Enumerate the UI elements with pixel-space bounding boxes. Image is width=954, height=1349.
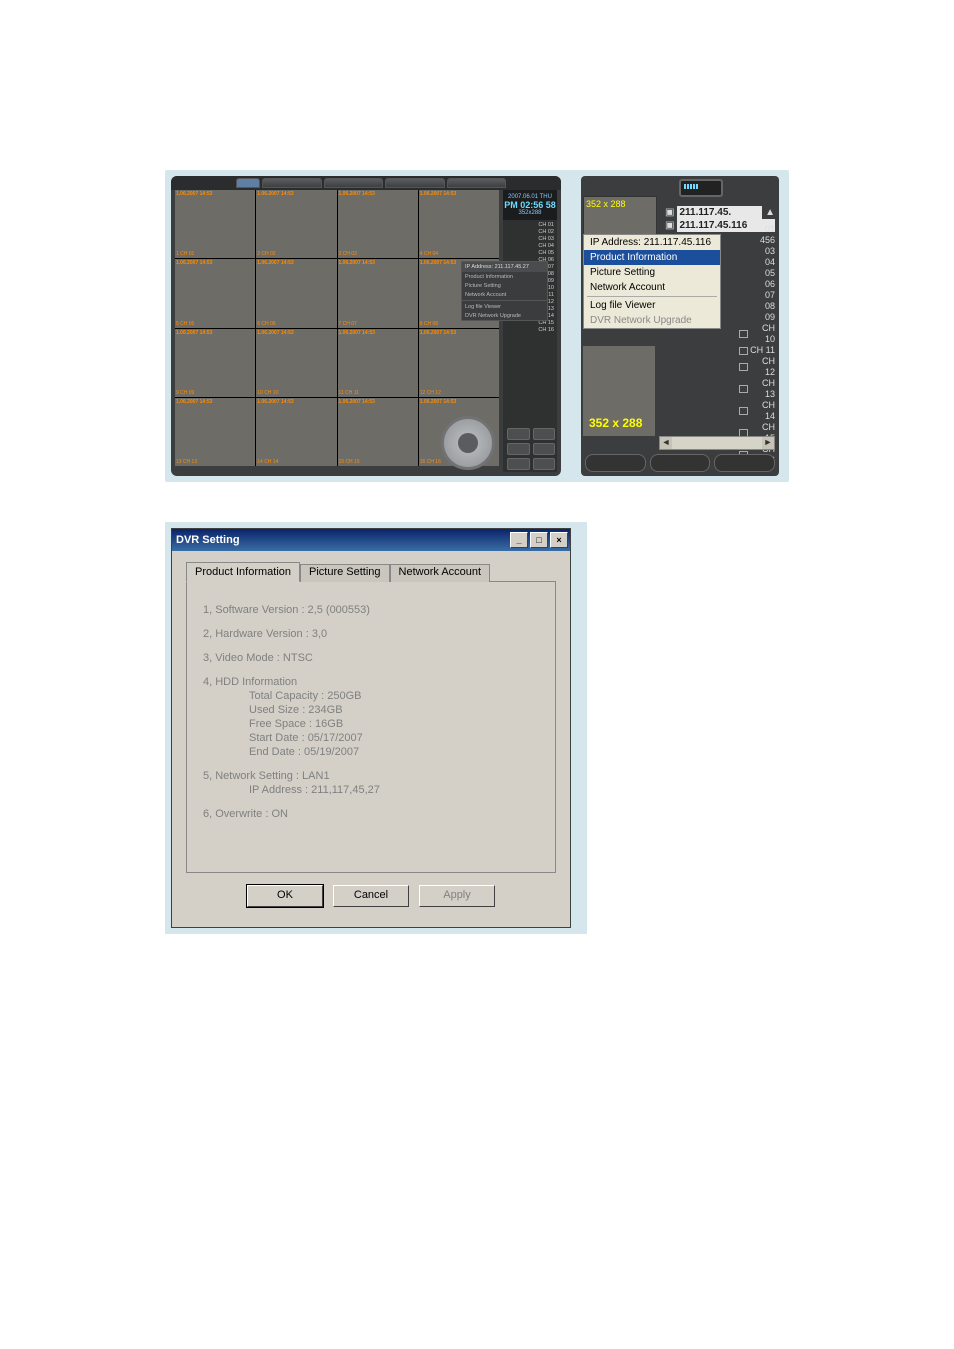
info-network-setting: 5, Network Setting : LAN1 [203, 770, 539, 782]
panel-icon[interactable] [533, 443, 556, 455]
scroll-left-icon[interactable]: ◄ [660, 437, 672, 449]
toolbar-tab[interactable] [385, 178, 445, 188]
camera-tile[interactable]: 1.06.2007 14:5313 CH 13 [175, 398, 255, 466]
camera-tile[interactable]: 1.06.2007 14:535 CH 05 [175, 259, 255, 327]
camera-tile[interactable]: 1.06.2007 14:532 CH 02 [256, 190, 336, 258]
info-hdd-start: Start Date : 05/17/2007 [249, 732, 539, 744]
dvr-clock: 2007.06.01 THU PM 02:56 58 352x288 [503, 190, 557, 220]
menu-item-picture-setting[interactable]: Picture Setting [584, 265, 720, 280]
channel-numbers: 01 456 03 04 05 06 07 08 09 CH 10 CH 11 … [739, 224, 775, 466]
camera-tile[interactable]: 1.06.2007 14:5314 CH 14 [256, 398, 336, 466]
minimize-button[interactable]: _ [510, 532, 528, 548]
toolbar-tab[interactable] [262, 178, 322, 188]
camera-tile[interactable]: 1.06.2007 14:5315 CH 15 [338, 398, 418, 466]
dialog-button-row: OK Cancel Apply [186, 873, 556, 913]
toolbar-tab[interactable] [236, 178, 260, 188]
bottom-button[interactable] [650, 454, 711, 472]
info-hardware-version: 2, Hardware Version : 3,0 [203, 628, 539, 640]
menu-item-product-information[interactable]: Product Information [584, 250, 720, 265]
ip-row[interactable]: 211.117.45. [677, 206, 762, 219]
tab-product-information[interactable]: Product Information [186, 562, 300, 582]
tab-picture-setting[interactable]: Picture Setting [300, 564, 390, 582]
menu-item-network-account[interactable]: Network Account [584, 280, 720, 295]
panel-icon[interactable] [533, 458, 556, 470]
apply-button: Apply [419, 885, 495, 907]
dvr-toolbar [236, 178, 506, 188]
menu-item[interactable]: Network Account [462, 290, 547, 299]
info-overwrite: 6, Overwrite : ON [203, 808, 539, 820]
scroll-right-icon[interactable]: ► [762, 437, 774, 449]
cancel-button[interactable]: Cancel [333, 885, 409, 907]
zoom-panel-screenshot: 352 x 288 ▣211.117.45.▲ ▣211.117.45.116 … [581, 176, 779, 476]
camera-tile[interactable]: 1.06.2007 14:534 CH 04 [419, 190, 499, 258]
menu-item[interactable]: Picture Setting [462, 281, 547, 290]
info-video-mode: 3, Video Mode : NTSC [203, 652, 539, 664]
camera-tile[interactable]: 1.06.2007 14:5311 CH 11 [338, 329, 418, 397]
close-button[interactable]: × [550, 532, 568, 548]
camera-tile[interactable]: 1.06.2007 14:5312 CH 12 [419, 329, 499, 397]
info-hdd-used: Used Size : 234GB [249, 704, 539, 716]
dvr-setting-dialog: DVR Setting _ □ × Product Information Pi… [171, 528, 571, 928]
info-software-version: 1, Software Version : 2,5 (000553) [203, 604, 539, 616]
menu-item[interactable]: Log file Viewer [462, 302, 547, 311]
toolbar-tab[interactable] [447, 178, 507, 188]
menu-item-log-file-viewer[interactable]: Log file Viewer [584, 298, 720, 313]
clock-time: PM 02:56 [504, 200, 543, 210]
panel-icon[interactable] [533, 428, 556, 440]
bottom-icon-grid [507, 428, 555, 470]
dialog-titlebar: DVR Setting _ □ × [172, 529, 570, 551]
camera-tile[interactable]: 1.06.2007 14:533 CH 03 [338, 190, 418, 258]
jog-wheel[interactable] [441, 416, 495, 470]
toolbar-tab[interactable] [324, 178, 384, 188]
context-menu: IP Address: 211.117.45.116 Product Infor… [583, 234, 721, 329]
bottom-button[interactable] [585, 454, 646, 472]
dialog-title: DVR Setting [176, 534, 508, 546]
panel-icon[interactable] [507, 428, 530, 440]
menu-item[interactable]: DVR Network Upgrade [462, 311, 547, 320]
camera-tile[interactable]: 1.06.2007 14:531 CH 01 [175, 190, 255, 258]
tab-network-account[interactable]: Network Account [390, 564, 491, 582]
info-network-ip: IP Address : 211,117,45,27 [249, 784, 539, 796]
ok-button[interactable]: OK [247, 885, 323, 907]
tab-pane-product-information: 1, Software Version : 2,5 (000553) 2, Ha… [186, 581, 556, 873]
camera-tile[interactable]: 1.06.2007 14:536 CH 06 [256, 259, 336, 327]
menu-item[interactable]: Product Information [462, 272, 547, 281]
camera-tile[interactable]: 1.06.2007 14:5310 CH 10 [256, 329, 336, 397]
dialog-tabs: Product Information Picture Setting Netw… [186, 562, 556, 582]
camera-tile[interactable]: 1.06.2007 14:537 CH 07 [338, 259, 418, 327]
bottom-button[interactable] [714, 454, 775, 472]
info-hdd-free: Free Space : 16GB [249, 718, 539, 730]
clock-res: 352x288 [518, 210, 541, 216]
bottom-button-row [585, 454, 775, 472]
menu-item-dvr-network-upgrade[interactable]: DVR Network Upgrade [584, 313, 720, 328]
context-menu-header: IP Address: 211.117.45.116 [584, 235, 720, 250]
camera-preview-large[interactable]: 352 x 288 [583, 346, 655, 436]
info-hdd-end: End Date : 05/19/2007 [249, 746, 539, 758]
context-menu-small: IP Address: 211.117.45.27 Product Inform… [461, 261, 548, 321]
maximize-button[interactable]: □ [530, 532, 548, 548]
panel-icon[interactable] [507, 443, 530, 455]
info-hdd-header: 4, HDD Information [203, 676, 539, 688]
led-indicator [679, 179, 723, 197]
panel-icon[interactable] [507, 458, 530, 470]
camera-tile[interactable]: 1.06.2007 14:539 CH 09 [175, 329, 255, 397]
info-hdd-total: Total Capacity : 250GB [249, 690, 539, 702]
dvr-client-screenshot: 1.06.2007 14:531 CH 01 1.06.2007 14:532 … [171, 176, 561, 476]
h-scrollbar[interactable]: ◄► [659, 436, 775, 450]
